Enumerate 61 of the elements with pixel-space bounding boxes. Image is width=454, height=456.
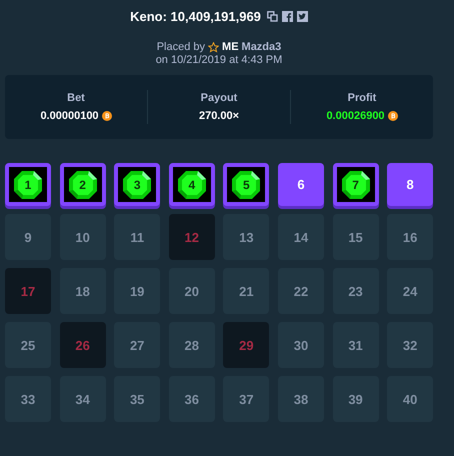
keno-tile[interactable]: 14 — [278, 214, 324, 260]
keno-tile[interactable]: 3 — [114, 163, 160, 206]
keno-tile[interactable]: 39 — [332, 376, 379, 422]
keno-tile[interactable]: 20 — [168, 268, 215, 314]
keno-tile[interactable]: 19 — [114, 268, 160, 314]
keno-tile[interactable]: 28 — [168, 322, 215, 368]
keno-tile[interactable]: 31 — [332, 322, 379, 368]
rank-label: ME — [222, 41, 239, 54]
username-link[interactable]: Mazda3 — [242, 41, 282, 54]
keno-tile[interactable]: 30 — [278, 322, 324, 368]
keno-tile[interactable]: 16 — [387, 214, 434, 260]
keno-tile[interactable]: 4 — [168, 163, 215, 206]
keno-tile[interactable]: 15 — [332, 214, 379, 260]
keno-tile[interactable]: 1 — [5, 163, 51, 206]
keno-tile[interactable]: 10 — [60, 214, 106, 260]
stat-value: 270.00× — [198, 110, 240, 122]
keno-tile[interactable]: 6 — [278, 163, 324, 206]
facebook-icon[interactable] — [282, 10, 293, 22]
keno-tile[interactable]: 12 — [168, 214, 215, 260]
placed-label: Placed by — [156, 41, 206, 54]
keno-tile[interactable]: 38 — [278, 376, 324, 422]
keno-tile[interactable]: 11 — [114, 214, 160, 260]
keno-tile[interactable]: 5 — [223, 163, 270, 206]
twitter-icon[interactable] — [296, 10, 308, 22]
stat-label: Profit — [348, 92, 376, 104]
keno-tile[interactable]: 26 — [60, 322, 106, 368]
keno-tile[interactable]: 33 — [5, 376, 51, 422]
keno-tile[interactable]: 34 — [60, 376, 106, 422]
gem-icon: 2 — [68, 170, 98, 200]
stat-value: 0.00000100 — [40, 110, 99, 122]
stat-value: 0.00026900 — [326, 110, 385, 122]
keno-tile[interactable]: 37 — [223, 376, 270, 422]
keno-tile[interactable]: 9 — [5, 214, 51, 260]
keno-tile[interactable]: 40 — [387, 376, 434, 422]
gem-icon: 1 — [13, 170, 43, 200]
keno-tile[interactable]: 13 — [223, 214, 270, 260]
gem-icon: 4 — [176, 170, 207, 200]
bet-title: Keno: 10,409,191,969 — [130, 8, 261, 24]
keno-tile[interactable]: 35 — [114, 376, 160, 422]
keno-tile[interactable]: 7 — [332, 163, 379, 206]
keno-tile[interactable]: 32 — [387, 322, 434, 368]
keno-tile[interactable]: 23 — [332, 268, 379, 314]
copy-icon[interactable] — [266, 10, 278, 22]
keno-tile[interactable]: 24 — [387, 268, 434, 314]
gem-icon: 3 — [122, 170, 152, 200]
stat-label: Payout — [200, 92, 238, 104]
star-icon — [208, 42, 220, 53]
keno-tile[interactable]: 2 — [60, 163, 106, 206]
keno-tile[interactable]: 8 — [387, 163, 434, 206]
keno-tile[interactable]: 36 — [168, 376, 215, 422]
stat-label: Bet — [67, 92, 85, 104]
keno-tile[interactable]: 29 — [223, 322, 270, 368]
gem-icon: 5 — [231, 170, 262, 200]
date-text: on 10/21/2019 at 4:43 PM — [156, 54, 282, 67]
keno-tile[interactable]: 22 — [278, 268, 324, 314]
keno-tile[interactable]: 21 — [223, 268, 270, 314]
gem-icon: 7 — [340, 170, 371, 200]
keno-tile[interactable]: 18 — [60, 268, 106, 314]
keno-tile[interactable]: 17 — [5, 268, 51, 314]
keno-tile[interactable]: 25 — [5, 322, 51, 368]
keno-tile[interactable]: 27 — [114, 322, 160, 368]
